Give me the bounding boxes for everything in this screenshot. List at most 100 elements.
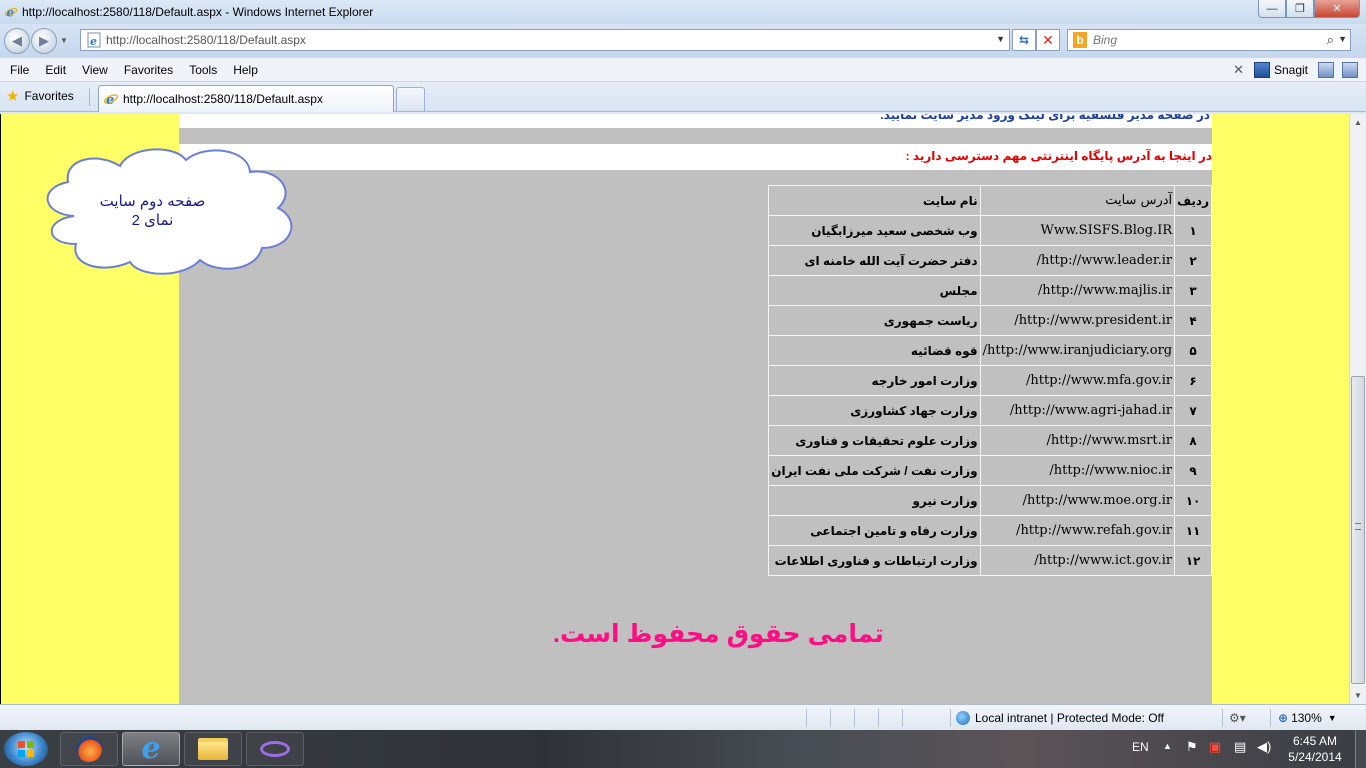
menu-favorites[interactable]: Favorites [120, 63, 179, 77]
volume-icon[interactable]: ◀) [1257, 739, 1271, 755]
table-row: ۹ http://www.nioc.ir/وزارت نفت / شرکت ملی… [768, 455, 1212, 486]
site-address[interactable]: http://www.msrt.ir/ [979, 425, 1176, 456]
site-address[interactable]: http://www.president.ir/ [979, 305, 1176, 336]
site-address[interactable]: http://www.refah.gov.ir/ [979, 515, 1176, 546]
search-box[interactable]: b Bing ⌕ ▼ [1067, 29, 1351, 51]
site-address[interactable]: http://www.nioc.ir/ [979, 455, 1176, 486]
snagit-button[interactable]: Snagit [1274, 63, 1308, 77]
close-button[interactable]: ✕ [1314, 0, 1360, 18]
zone-label: Local intranet | Protected Mode: Off [975, 711, 1164, 725]
tray-alert-icon[interactable]: ▣ [1209, 739, 1221, 755]
address-bar[interactable]: e http://localhost:2580/118/Default.aspx… [80, 29, 1010, 51]
menu-file[interactable]: File [6, 63, 35, 77]
status-divider [902, 709, 903, 727]
site-name: مجلس [768, 275, 981, 306]
scroll-up-arrow-icon[interactable]: ▲ [1350, 114, 1366, 131]
network-icon[interactable]: ▤ [1234, 739, 1246, 755]
row-number: ۱۰ [1174, 485, 1212, 516]
scroll-down-arrow-icon[interactable]: ▼ [1350, 687, 1366, 704]
site-name: وزارت ارتباطات و فناوری اطلاعات [768, 545, 981, 576]
snagit-region-icon[interactable] [1342, 62, 1358, 78]
new-tab-button[interactable] [396, 87, 425, 111]
site-name: وزارت جهاد کشاورزی [768, 395, 981, 426]
snagit-window-icon[interactable] [1318, 62, 1334, 78]
menu-edit[interactable]: Edit [41, 63, 72, 77]
start-button[interactable] [4, 732, 48, 766]
menu-tools[interactable]: Tools [185, 63, 223, 77]
taskbar-explorer[interactable] [184, 732, 242, 766]
menu-help[interactable]: Help [229, 63, 264, 77]
site-address[interactable]: http://www.moe.org.ir/ [979, 485, 1176, 516]
address-url[interactable]: http://localhost:2580/118/Default.aspx [106, 33, 306, 47]
site-address[interactable]: Www.SISFS.Blog.IR [979, 215, 1176, 246]
show-hidden-icons-icon[interactable]: ▲ [1163, 741, 1172, 751]
action-center-flag-icon[interactable]: ⚑ [1186, 739, 1198, 755]
intro-text: در اینجا به آدرس پایگاه اینترنتی مهم دست… [905, 149, 1212, 163]
windows-logo-icon [18, 741, 34, 757]
ie-icon: e [141, 731, 161, 766]
forward-button[interactable]: ▶ [31, 28, 57, 54]
security-zone[interactable]: Local intranet | Protected Mode: Off [956, 711, 1164, 725]
row-number: ۱ [1174, 215, 1212, 246]
show-desktop-button[interactable] [1355, 730, 1366, 768]
table-row: ۱۱ http://www.refah.gov.ir/وزارت رفاه و ت… [768, 515, 1212, 546]
site-address[interactable]: http://www.agri-jahad.ir/ [979, 395, 1176, 426]
taskbar-visual-studio[interactable] [246, 732, 304, 766]
folder-icon [198, 738, 228, 760]
menu-view[interactable]: View [78, 63, 114, 77]
language-indicator[interactable]: EN [1132, 740, 1149, 754]
row-number: ۱۱ [1174, 515, 1212, 546]
protected-mode-icon[interactable]: ⚙▾ [1229, 711, 1246, 725]
status-divider [1222, 709, 1223, 727]
site-address[interactable]: http://www.majlis.ir/ [979, 275, 1176, 306]
toolbar-close-icon[interactable]: ✕ [1233, 62, 1244, 78]
snagit-icon[interactable] [1253, 62, 1270, 78]
zoom-control[interactable]: ⊕ 130% ▼ [1278, 711, 1337, 725]
status-divider [830, 709, 831, 727]
row-number: ۴ [1174, 305, 1212, 336]
main-column: در صفحه مدیر فلسفیه برای لینک ورود مدیر … [179, 114, 1212, 704]
taskbar-firefox[interactable] [60, 732, 118, 766]
firefox-icon [76, 736, 102, 762]
refresh-button[interactable]: ⇆ [1012, 29, 1036, 51]
window-title: http://localhost:2580/118/Default.aspx -… [22, 5, 374, 19]
back-button[interactable]: ◀ [4, 28, 30, 54]
maximize-button[interactable]: ❐ [1286, 0, 1314, 18]
search-placeholder[interactable]: Bing [1093, 33, 1117, 47]
table-row: ۷ http://www.agri-jahad.ir/وزارت جهاد کشا… [768, 395, 1212, 426]
sites-table-body: ۱ Www.SISFS.Blog.IR وب شخصی سعید میرزابگیا… [768, 215, 1212, 576]
recent-pages-dropdown-icon[interactable]: ▼ [60, 36, 68, 45]
row-number: ۱۲ [1174, 545, 1212, 576]
favorites-label: Favorites [24, 89, 74, 103]
site-address[interactable]: http://www.iranjudiciary.org/ [979, 335, 1176, 366]
magnifier-icon[interactable]: ⌕ [1327, 32, 1334, 48]
minimize-button[interactable]: — [1258, 0, 1286, 18]
row-number: ۹ [1174, 455, 1212, 486]
search-dropdown-icon[interactable]: ▼ [1338, 34, 1347, 44]
site-address[interactable]: http://www.leader.ir/ [979, 245, 1176, 276]
site-name: وب شخصی سعید میرزابگیان [768, 215, 981, 246]
favorites-button[interactable]: ★ Favorites [6, 87, 74, 105]
tab-current[interactable]: e http://localhost:2580/118/Default.aspx [98, 85, 394, 112]
forward-arrow-icon: ▶ [39, 33, 49, 48]
clock[interactable]: 6:45 AM 5/24/2014 [1283, 733, 1347, 765]
table-row: ۱۲ http://www.ict.gov.ir/وزارت ارتباطات و… [768, 545, 1212, 576]
status-divider [1270, 709, 1271, 727]
grip-icon [1355, 523, 1361, 530]
stop-icon: ✕ [1042, 31, 1054, 48]
address-dropdown-icon[interactable]: ▼ [996, 34, 1005, 44]
svg-text:e: e [90, 35, 97, 48]
zoom-dropdown-icon[interactable]: ▼ [1328, 713, 1337, 723]
stop-button[interactable]: ✕ [1036, 29, 1060, 51]
site-address[interactable]: http://www.ict.gov.ir/ [979, 545, 1176, 576]
vertical-scrollbar[interactable]: ▲ ▼ [1349, 114, 1366, 704]
status-bar: Local intranet | Protected Mode: Off ⚙▾ … [0, 704, 1366, 730]
sites-table: ردیف آدرس سایت نام سایت ۱ Www.SISFS.Blog.… [768, 185, 1212, 576]
taskbar-internet-explorer[interactable]: e [122, 732, 180, 766]
menu-bar: File Edit View Favorites Tools Help ✕ Sn… [0, 58, 1366, 82]
top-strip: در صفحه مدیر فلسفیه برای لینک ورود مدیر … [179, 114, 1212, 128]
site-address[interactable]: http://www.mfa.gov.ir/ [979, 365, 1176, 396]
scrollbar-thumb[interactable] [1351, 376, 1365, 684]
table-row: ۴ http://www.president.ir/ریاست جمهوری [768, 305, 1212, 336]
window-titlebar: e http://localhost:2580/118/Default.aspx… [0, 0, 1366, 24]
